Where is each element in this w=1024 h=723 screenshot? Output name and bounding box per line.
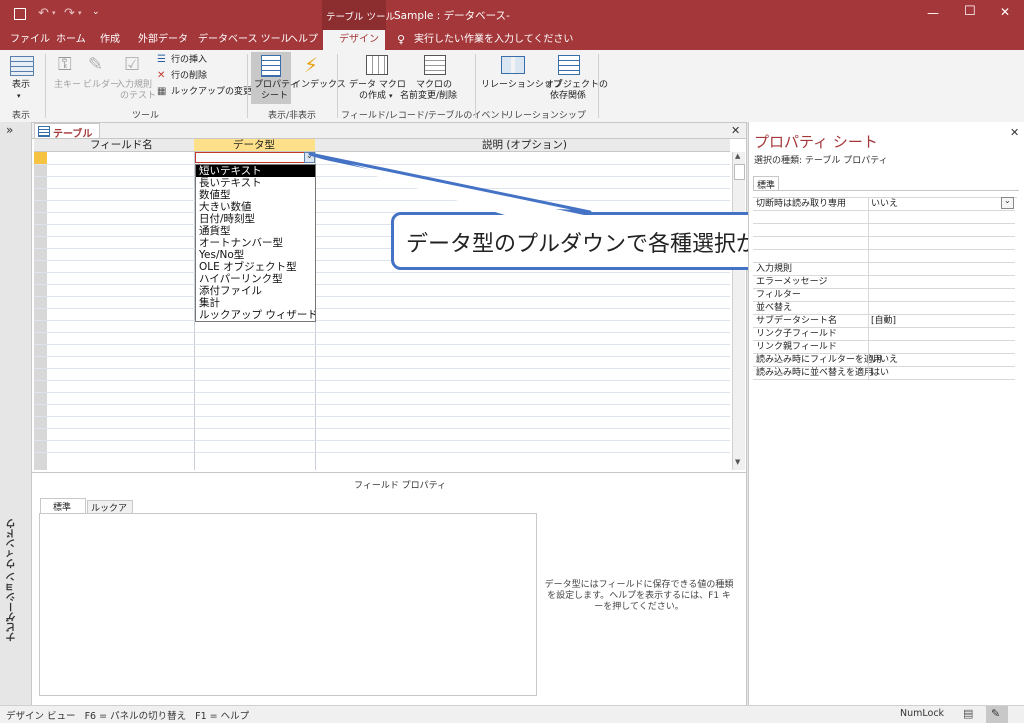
property-value[interactable]: はい bbox=[871, 367, 889, 379]
property-row[interactable] bbox=[753, 237, 1015, 250]
property-sheet-tabline bbox=[753, 190, 1019, 191]
property-row[interactable]: リンク親フィールド bbox=[753, 341, 1015, 354]
property-grid[interactable]: 切断時は読み取り専用 いいえ 入力規則 エラーメッセージ フィルター 並べ替え サブデータシ… bbox=[753, 197, 1017, 398]
property-divider bbox=[868, 250, 869, 262]
property-sheet-pane: プロパティ シート ✕ 選択の種類: テーブル プロパティ 標準 切断時は読み取… bbox=[748, 122, 1024, 705]
property-row[interactable]: 切断時は読み取り専用 いいえ bbox=[753, 198, 1015, 211]
design-view-icon: ✎ bbox=[991, 707, 1001, 720]
property-row[interactable]: 並べ替え bbox=[753, 302, 1015, 315]
property-label: リンク子フィールド bbox=[756, 329, 837, 339]
property-row[interactable] bbox=[753, 224, 1015, 237]
property-sheet-title: プロパティ シート bbox=[754, 133, 878, 151]
property-label: フィルター bbox=[756, 290, 801, 300]
property-row[interactable]: リンク子フィールド bbox=[753, 328, 1015, 341]
property-label: 切断時は読み取り専用 bbox=[756, 199, 847, 209]
property-label: 入力規則 bbox=[756, 264, 793, 274]
property-divider bbox=[868, 237, 869, 249]
property-divider bbox=[868, 276, 869, 288]
property-dropdown-button[interactable]: ⌄ bbox=[1001, 196, 1014, 209]
property-value[interactable]: いいえ bbox=[871, 198, 898, 210]
property-value[interactable]: いいえ bbox=[871, 354, 898, 366]
property-label: 読み込み時に並べ替えを適用 bbox=[756, 368, 874, 378]
property-row[interactable]: 読み込み時に並べ替えを適用 はい bbox=[753, 367, 1015, 380]
property-label: 読み込み時にフィルターを適用 bbox=[756, 355, 882, 365]
property-divider bbox=[868, 198, 869, 210]
property-label: サブデータシート名 bbox=[756, 316, 838, 326]
callout-text: データ型のプルダウンで各種選択が可能 bbox=[406, 232, 803, 257]
property-label: リンク親フィールド bbox=[756, 342, 837, 352]
property-divider bbox=[868, 367, 869, 379]
callout-arrow-fill bbox=[316, 158, 584, 215]
property-sheet-tab[interactable]: 標準 bbox=[753, 176, 779, 191]
status-bar: デザイン ビュー F6 = パネルの切り替え F1 = ヘルプ NumLock … bbox=[0, 705, 1024, 723]
property-value[interactable]: [自動] bbox=[871, 315, 896, 327]
property-row[interactable]: サブデータシート名 [自動] bbox=[753, 315, 1015, 328]
status-text: デザイン ビュー F6 = パネルの切り替え F1 = ヘルプ bbox=[6, 711, 250, 722]
datasheet-view-icon[interactable]: ▤ bbox=[963, 707, 973, 720]
property-divider bbox=[868, 328, 869, 340]
property-divider bbox=[868, 224, 869, 236]
property-sheet-close-button[interactable]: ✕ bbox=[1010, 126, 1019, 139]
property-row[interactable]: エラーメッセージ bbox=[753, 276, 1015, 289]
property-divider bbox=[868, 289, 869, 301]
selection-type: 選択の種類: テーブル プロパティ bbox=[754, 156, 888, 166]
chevron-down-icon: ⌄ bbox=[1004, 196, 1011, 205]
property-divider bbox=[868, 302, 869, 314]
numlock-indicator: NumLock bbox=[900, 708, 945, 719]
property-divider bbox=[868, 263, 869, 275]
property-divider bbox=[868, 211, 869, 223]
property-row[interactable] bbox=[753, 211, 1015, 224]
property-divider bbox=[868, 354, 869, 366]
design-view-button[interactable]: ✎ bbox=[986, 706, 1008, 723]
property-divider bbox=[868, 341, 869, 353]
property-row[interactable] bbox=[753, 250, 1015, 263]
property-row[interactable]: 読み込み時にフィルターを適用 いいえ bbox=[753, 354, 1015, 367]
property-label: エラーメッセージ bbox=[756, 277, 828, 287]
property-row[interactable]: フィルター bbox=[753, 289, 1015, 302]
property-label: 並べ替え bbox=[756, 303, 793, 313]
property-row[interactable]: 入力規則 bbox=[753, 263, 1015, 276]
property-divider bbox=[868, 315, 869, 327]
